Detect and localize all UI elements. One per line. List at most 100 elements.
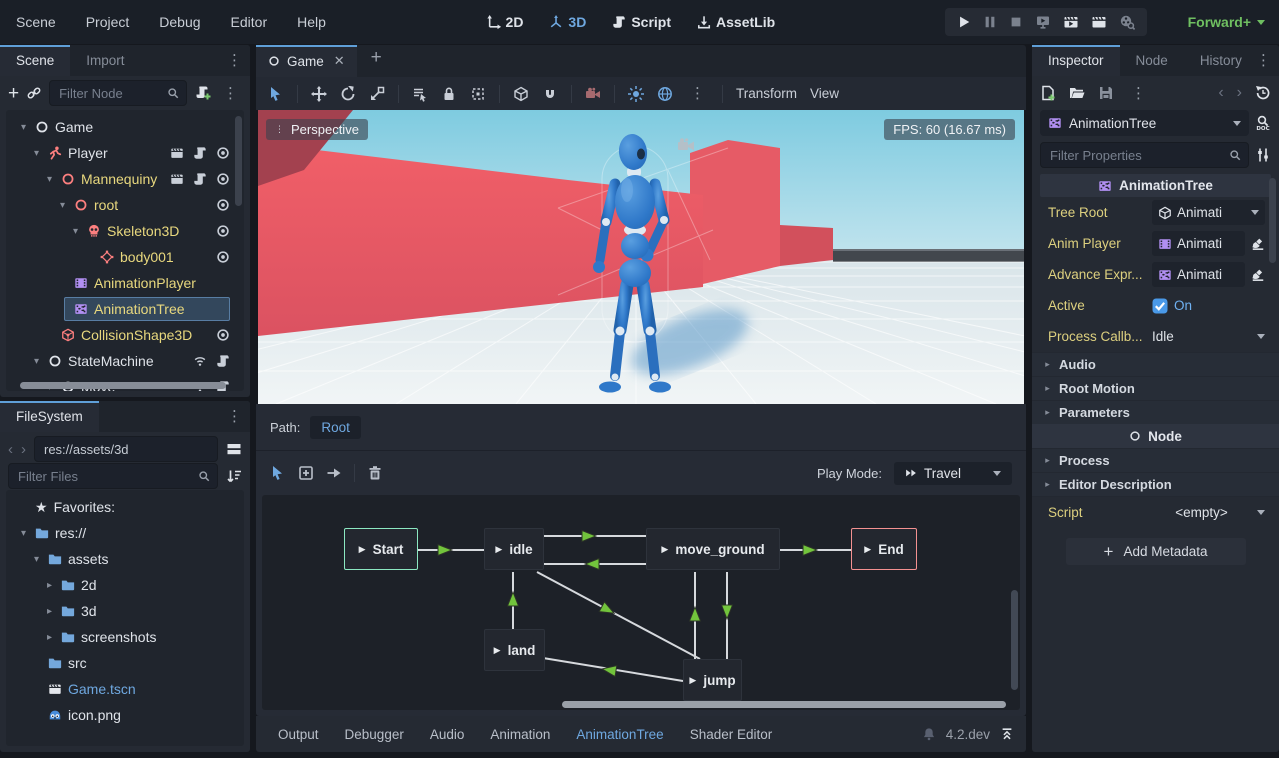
attach-script-button[interactable] [195, 85, 211, 101]
tab-3d[interactable]: 3D [549, 14, 586, 30]
add-metadata-button[interactable]: + Add Metadata [1066, 538, 1246, 565]
edit-history-button[interactable] [1255, 85, 1271, 101]
visibility-icon[interactable] [216, 250, 230, 264]
filter-files-input[interactable] [8, 463, 218, 489]
menu-project[interactable]: Project [86, 14, 130, 30]
fs-row-assets[interactable]: ▾ assets [6, 546, 244, 572]
inspector-vscrollbar[interactable] [1269, 178, 1276, 263]
play-custom-scene-button[interactable] [1091, 14, 1107, 30]
graph-vscrollbar[interactable] [1011, 590, 1018, 690]
ruler-mode-button[interactable] [513, 86, 529, 102]
tree-menu-icon[interactable]: ⋮ [219, 86, 242, 101]
fs-row-icon-png[interactable]: icon.png [6, 702, 244, 728]
sun-env-menu-icon[interactable]: ⋮ [686, 86, 709, 101]
lock-selected-button[interactable] [441, 86, 457, 102]
category-node[interactable]: Node [1032, 424, 1279, 448]
tree-row-animationplayer[interactable]: AnimationPlayer [6, 270, 244, 296]
class-header[interactable]: AnimationTree [1040, 174, 1271, 197]
tab-shader-editor[interactable]: Shader Editor [690, 727, 773, 742]
tab-debugger[interactable]: Debugger [345, 727, 404, 742]
tree-row-player[interactable]: ▾ Player [6, 140, 244, 166]
dock-menu-icon[interactable]: ⋮ [223, 53, 246, 68]
sort-files-button[interactable] [226, 468, 242, 484]
tab-assetlib[interactable]: AssetLib [697, 14, 775, 30]
add-node-button[interactable]: + [8, 84, 19, 103]
sm-delete-button[interactable] [367, 465, 383, 481]
edited-object-dropdown[interactable]: AnimationTree [1040, 110, 1249, 136]
menu-help[interactable]: Help [297, 14, 326, 30]
load-resource-button[interactable] [1069, 85, 1085, 101]
group-audio[interactable]: ▸Audio [1032, 352, 1279, 376]
play-button[interactable] [957, 15, 971, 29]
group-parameters[interactable]: ▸Parameters [1032, 400, 1279, 424]
pause-button[interactable] [983, 15, 997, 29]
tree-row-root[interactable]: ▾ root [6, 192, 244, 218]
fs-row-3d[interactable]: ▸ 3d [6, 598, 244, 624]
open-docs-button[interactable] [1255, 115, 1271, 131]
tab-animationtree[interactable]: AnimationTree [576, 727, 663, 742]
fs-row-favorites[interactable]: ★ Favorites: [6, 494, 244, 520]
movie-maker-button[interactable] [1119, 14, 1135, 30]
visibility-icon[interactable] [216, 146, 230, 160]
menu-debug[interactable]: Debug [159, 14, 200, 30]
camera-preview-button[interactable] [585, 86, 601, 102]
environment-settings-button[interactable] [657, 86, 673, 102]
script-icon[interactable] [216, 354, 230, 368]
graph-hscrollbar[interactable] [562, 701, 1006, 708]
tab-2d[interactable]: 2D [487, 14, 524, 30]
notification-bell-icon[interactable] [922, 727, 936, 741]
tree-row-body001[interactable]: body001 [6, 244, 244, 270]
sm-create-node-tool[interactable] [298, 465, 314, 481]
scene-tree-hscrollbar[interactable] [20, 382, 226, 389]
play-mode-dropdown[interactable]: Travel [894, 462, 1012, 485]
state-node-start[interactable]: ▶Start [344, 528, 418, 570]
play-remote-button[interactable] [1035, 14, 1051, 30]
transform-menu[interactable]: Transform [736, 86, 797, 101]
state-node-idle[interactable]: ▶idle [484, 528, 544, 570]
fs-row-game-tscn[interactable]: Game.tscn [6, 676, 244, 702]
property-tree-root[interactable]: Tree Root Animati [1032, 197, 1279, 228]
tab-output[interactable]: Output [278, 727, 319, 742]
renderer-selector[interactable]: Forward+ [1188, 0, 1265, 44]
split-mode-toggle[interactable] [226, 441, 242, 457]
scene-instance-icon[interactable] [170, 146, 184, 160]
sm-connect-tool[interactable] [326, 465, 342, 481]
snap-toggle-button[interactable] [542, 86, 558, 102]
visibility-icon[interactable] [216, 198, 230, 212]
history-forward-button[interactable]: › [1237, 84, 1242, 102]
menu-editor[interactable]: Editor [231, 14, 268, 30]
fs-row-2d[interactable]: ▸ 2d [6, 572, 244, 598]
state-node-move-ground[interactable]: ▶move_ground [646, 528, 780, 570]
save-resource-button[interactable] [1098, 85, 1114, 101]
filter-node-input[interactable] [49, 80, 187, 106]
property-tools-icon[interactable] [1255, 147, 1271, 163]
move-mode-button[interactable] [311, 86, 327, 102]
tab-scene[interactable]: Scene [0, 45, 70, 76]
tab-audio[interactable]: Audio [430, 727, 465, 742]
visibility-icon[interactable] [216, 224, 230, 238]
tab-animation[interactable]: Animation [490, 727, 550, 742]
scale-mode-button[interactable] [369, 86, 385, 102]
visibility-icon[interactable] [216, 328, 230, 342]
history-back-button[interactable]: ‹ [8, 441, 13, 458]
state-node-land[interactable]: ▶land [484, 629, 545, 671]
select-mode-button[interactable] [268, 86, 284, 102]
new-scene-tab-button[interactable]: + [357, 45, 396, 77]
scene-instance-icon[interactable] [170, 172, 184, 186]
state-node-end[interactable]: ▶End [851, 528, 917, 570]
rotate-mode-button[interactable] [340, 86, 356, 102]
tab-node[interactable]: Node [1120, 45, 1184, 76]
tree-row-animationtree[interactable]: AnimationTree [6, 296, 244, 322]
statemachine-graph[interactable]: ▶Start ▶idle ▶move_ground ▶End ▶land ▶ju… [262, 495, 1020, 710]
resource-menu-icon[interactable]: ⋮ [1127, 86, 1150, 101]
script-icon[interactable] [193, 146, 207, 160]
tree-row-collisionshape3d[interactable]: CollisionShape3D [6, 322, 244, 348]
group-selected-button[interactable] [470, 86, 486, 102]
scene-tree-vscrollbar[interactable] [235, 116, 242, 206]
filter-properties-input[interactable] [1040, 142, 1249, 168]
tab-import[interactable]: Import [70, 45, 140, 76]
fs-row-res[interactable]: ▾ res:// [6, 520, 244, 546]
scene-tab-game[interactable]: Game ✕ [256, 45, 357, 77]
sm-select-tool[interactable] [270, 465, 286, 481]
tree-row-skeleton3d[interactable]: ▾ Skeleton3D [6, 218, 244, 244]
